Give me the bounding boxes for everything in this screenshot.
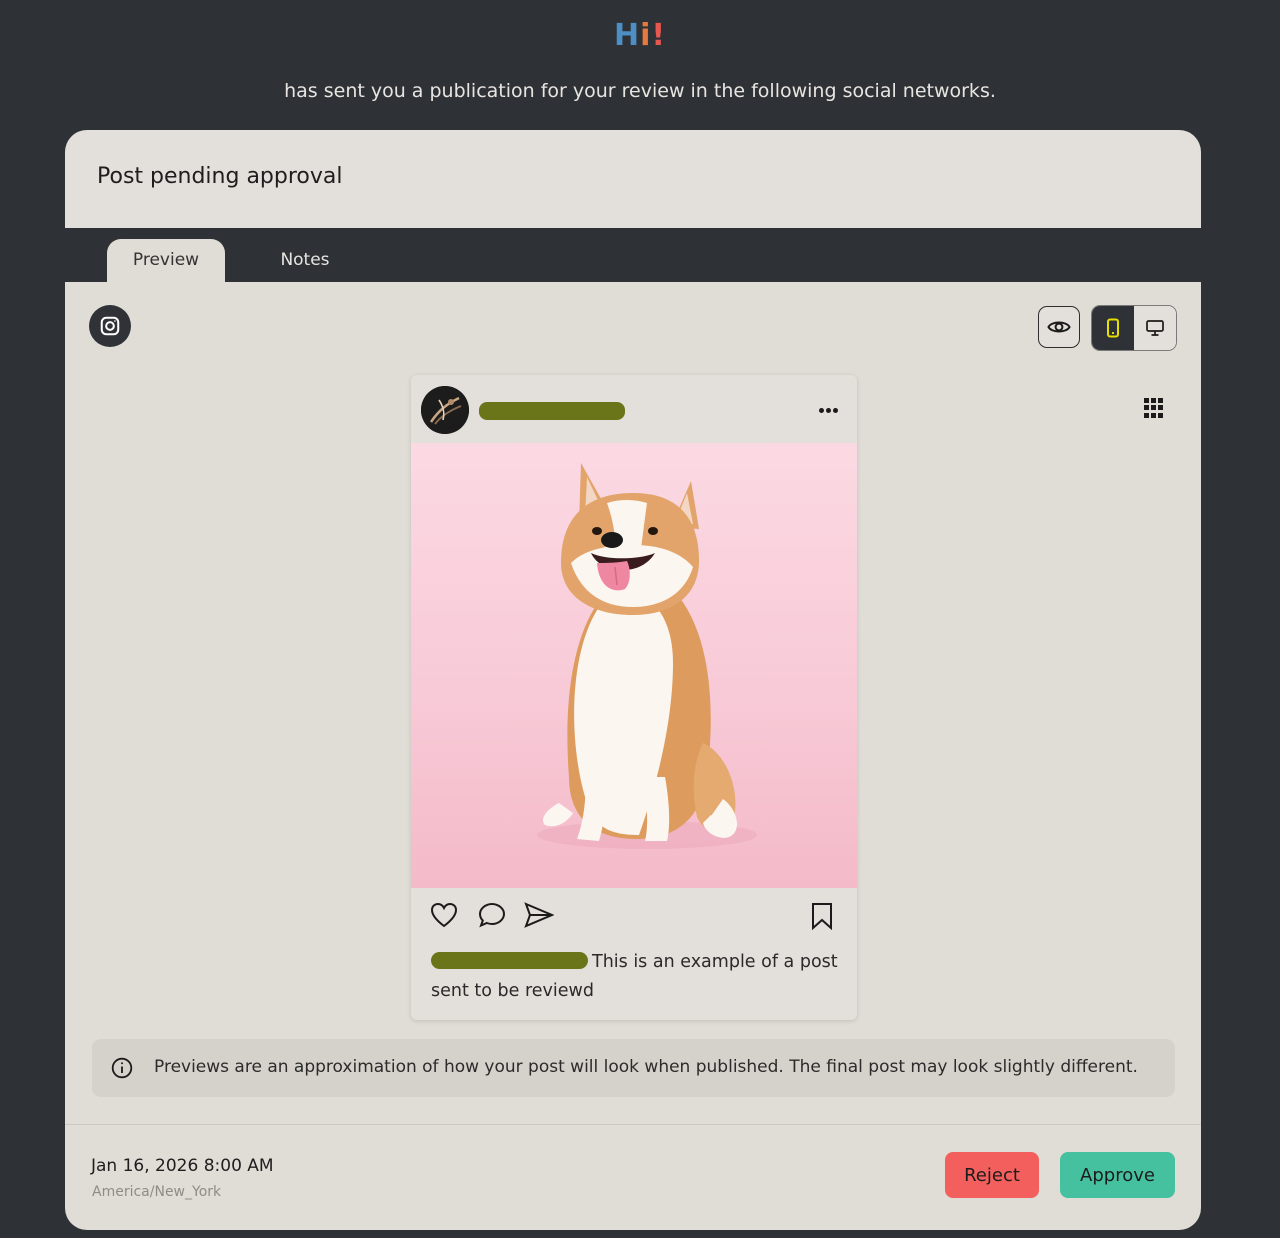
- desktop-view-button[interactable]: [1134, 306, 1176, 350]
- comment-icon[interactable]: [478, 902, 506, 928]
- dog-illustration: [537, 463, 757, 849]
- post-preview-card: This is an example of a post sent to be …: [411, 375, 857, 1020]
- greeting-exclaim: !: [651, 18, 667, 53]
- eye-icon: [1047, 321, 1071, 333]
- grid-icon[interactable]: [1144, 398, 1164, 418]
- preview-panel: This is an example of a post sent to be …: [65, 282, 1201, 1230]
- send-icon[interactable]: [524, 902, 554, 928]
- page-title: Post pending approval: [97, 164, 343, 189]
- more-options-icon[interactable]: [819, 408, 838, 413]
- footer-divider: [65, 1124, 1201, 1125]
- review-request-message: has sent you a publication for your revi…: [284, 80, 996, 102]
- device-toggle: [1091, 305, 1177, 351]
- post-caption: This is an example of a post sent to be …: [431, 948, 839, 1006]
- avatar: [421, 386, 469, 434]
- approve-button[interactable]: Approve: [1060, 1152, 1175, 1198]
- username-redacted: [479, 402, 625, 420]
- bookmark-icon[interactable]: [810, 902, 834, 930]
- disclaimer-text: Previews are an approximation of how you…: [154, 1057, 1138, 1077]
- greeting-h: H: [613, 18, 641, 53]
- scheduled-date: Jan 16, 2026 8:00 AM: [91, 1156, 274, 1176]
- mobile-view-button[interactable]: [1092, 306, 1134, 350]
- preview-mode-button[interactable]: [1038, 306, 1080, 348]
- mobile-icon: [1107, 318, 1119, 338]
- card-header: Post pending approval: [65, 130, 1201, 228]
- caption-username-redacted: [431, 952, 588, 969]
- timezone-label: America/New_York: [92, 1184, 222, 1200]
- post-image: [411, 443, 857, 888]
- avatar-image: [421, 386, 469, 434]
- instagram-network-badge[interactable]: [89, 305, 131, 347]
- tab-preview[interactable]: Preview: [107, 239, 225, 282]
- reject-button[interactable]: Reject: [945, 1152, 1039, 1198]
- heart-icon[interactable]: [430, 902, 458, 928]
- tab-bar: Preview Notes: [65, 228, 1201, 282]
- greeting: Hi!: [0, 18, 1280, 53]
- instagram-icon: [100, 316, 120, 336]
- info-icon: [111, 1057, 133, 1079]
- greeting-i: i: [640, 18, 652, 53]
- tab-notes[interactable]: Notes: [260, 239, 350, 282]
- desktop-icon: [1146, 320, 1164, 336]
- preview-disclaimer: Previews are an approximation of how you…: [92, 1039, 1175, 1097]
